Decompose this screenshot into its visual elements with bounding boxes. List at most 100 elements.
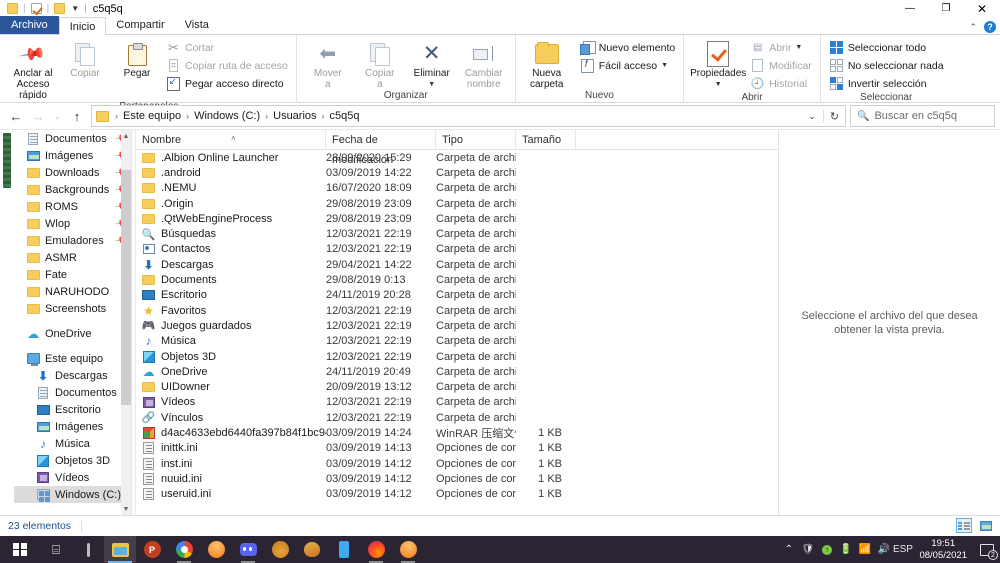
table-row[interactable]: UIDowner 20/09/2019 13:12 Carpeta de arc… [136, 379, 778, 394]
chevron-down-icon[interactable]: ▼ [661, 62, 668, 69]
breadcrumb-sep-2[interactable]: › [262, 111, 271, 121]
copy-path-button[interactable]: ⌗ Copiar ruta de acceso [163, 57, 291, 74]
sidebar-item-roms[interactable]: ROMS 📌 [14, 198, 131, 215]
sidebar-item-videos[interactable]: Vídeos [14, 469, 131, 486]
table-row[interactable]: Contactos 12/03/2021 22:19 Carpeta de ar… [136, 242, 778, 257]
sidebar-item-escritorio[interactable]: Escritorio [14, 401, 131, 418]
taskbar-item-orange-app[interactable] [200, 536, 232, 563]
help-icon[interactable]: ? [984, 21, 996, 33]
sidebar-item-imagenes[interactable]: Imágenes 📌 [14, 147, 131, 164]
sidebar-item-backgrounds[interactable]: Backgrounds 📌 [14, 181, 131, 198]
start-button[interactable] [0, 536, 40, 563]
taskbar-item-chicken-app[interactable] [296, 536, 328, 563]
column-header-tipo[interactable]: Tipo [436, 129, 516, 150]
easy-access-button[interactable]: Fácil acceso ▼ [577, 57, 678, 74]
breadcrumb-item-este-equipo[interactable]: Este equipo [121, 110, 183, 122]
notification-center-button[interactable]: 2 [974, 536, 1000, 563]
rename-button[interactable]: Cambiar nombre [458, 37, 510, 90]
table-row[interactable]: .Albion Online Launcher 28/09/2020 15:29… [136, 150, 778, 165]
breadcrumb-dropdown-button[interactable]: ⌄ [801, 111, 823, 122]
table-row[interactable]: inst.ini 03/09/2019 14:12 Opciones de co… [136, 456, 778, 471]
chevron-down-icon[interactable]: ▼ [428, 79, 435, 90]
taskbar-item-discord[interactable] [232, 536, 264, 563]
properties-button[interactable]: Propiedades ▼ [689, 37, 747, 90]
large-icons-view-button[interactable] [978, 518, 994, 533]
table-row[interactable]: .NEMU 16/07/2020 18:09 Carpeta de archiv… [136, 181, 778, 196]
chevron-down-icon[interactable]: ▼ [715, 79, 722, 90]
select-none-button[interactable]: No seleccionar nada [826, 57, 947, 74]
table-row[interactable]: 🔗 Vínculos 12/03/2021 22:19 Carpeta de a… [136, 410, 778, 425]
table-row[interactable]: useruid.ini 03/09/2019 14:12 Opciones de… [136, 487, 778, 502]
new-folder-button[interactable]: Nueva carpeta [521, 37, 573, 90]
sidebar-item-documentos-pc[interactable]: Documentos [14, 384, 131, 401]
sidebar-item-wlop[interactable]: Wlop 📌 [14, 215, 131, 232]
security-icon[interactable]: 🛡 [798, 536, 817, 563]
language-indicator[interactable]: ESP [893, 536, 913, 563]
table-row[interactable]: .android 03/09/2019 14:22 Carpeta de arc… [136, 165, 778, 180]
taskbar-item-chrome[interactable] [168, 536, 200, 563]
navpane-scroll-thumb[interactable] [121, 170, 131, 405]
minimize-button[interactable]: — [892, 0, 928, 17]
history-button[interactable]: 🕘 Historial [747, 75, 815, 92]
tab-vista[interactable]: Vista [175, 16, 219, 34]
wifi-icon[interactable]: 📶 [855, 536, 874, 563]
new-item-button[interactable]: Nuevo elemento [577, 39, 678, 56]
tab-inicio[interactable]: Inicio [58, 17, 107, 35]
volume-icon[interactable]: 🔊 [874, 536, 893, 563]
close-button[interactable]: ✕ [964, 0, 1000, 17]
table-row[interactable]: ☁ OneDrive 24/11/2019 20:49 Carpeta de a… [136, 364, 778, 379]
sidebar-item-imagenes-pc[interactable]: Imágenes [14, 418, 131, 435]
move-to-button[interactable]: ⬅ Mover a [302, 37, 354, 91]
column-header-tamano[interactable]: Tamaño [516, 129, 576, 150]
taskbar-item-file-explorer[interactable] [104, 536, 136, 563]
breadcrumb-item-c5q5q[interactable]: c5q5q [328, 110, 362, 122]
breadcrumb-sep-1[interactable]: › [183, 111, 192, 121]
taskbar-item-firefox[interactable] [360, 536, 392, 563]
taskbar-item-phone-link[interactable] [328, 536, 360, 563]
table-row[interactable]: 🎮 Juegos guardados 12/03/2021 22:19 Carp… [136, 318, 778, 333]
refresh-button[interactable]: ↻ [823, 109, 845, 123]
open-button[interactable]: ▤ Abrir ▼ [747, 39, 815, 56]
sidebar-item-windows-c[interactable]: Windows (C:) [14, 486, 131, 503]
battery-icon[interactable]: 🔋 [836, 536, 855, 563]
cut-button[interactable]: ✂ Cortar [163, 39, 291, 56]
copy-button[interactable]: Copiar [59, 37, 111, 79]
sidebar-item-emuladores[interactable]: Emuladores 📌 [14, 232, 131, 249]
table-row[interactable]: Escritorio 24/11/2019 20:28 Carpeta de a… [136, 288, 778, 303]
table-row[interactable]: Vídeos 12/03/2021 22:19 Carpeta de archi… [136, 395, 778, 410]
table-row[interactable]: inittk.ini 03/09/2019 14:13 Opciones de … [136, 441, 778, 456]
copy-to-button[interactable]: Copiar a [354, 37, 406, 90]
new-folder-icon[interactable] [54, 3, 66, 14]
scroll-thumb[interactable] [3, 133, 11, 188]
sidebar-item-descargas[interactable]: ⬇ Descargas [14, 367, 131, 384]
breadcrumb-sep-3[interactable]: › [319, 111, 328, 121]
paste-shortcut-button[interactable]: Pegar acceso directo [163, 75, 291, 92]
column-header-nombre[interactable]: Nombre ˄ [136, 129, 326, 150]
pin-to-quick-access-button[interactable]: 📌 Anclar al Acceso rápido [7, 37, 59, 101]
select-all-button[interactable]: Seleccionar todo [826, 39, 947, 56]
chevron-down-icon[interactable]: ▼ [71, 4, 79, 13]
sidebar-item-downloads[interactable]: Downloads 📌 [14, 164, 131, 181]
sidebar-item-onedrive[interactable]: ☁ OneDrive [14, 325, 131, 342]
table-row[interactable]: .Origin 29/08/2019 23:09 Carpeta de arch… [136, 196, 778, 211]
column-header-fecha[interactable]: Fecha de modificación [326, 129, 436, 166]
navpane-scrollbar[interactable]: ▲ ▼ [121, 130, 131, 515]
table-row[interactable]: ★ Favoritos 12/03/2021 22:19 Carpeta de … [136, 303, 778, 318]
taskbar-item-bear-app[interactable] [264, 536, 296, 563]
update-icon[interactable]: ↑ [817, 536, 836, 563]
task-view-button[interactable]: ⌸ [40, 536, 72, 563]
taskbar-item-powerpoint[interactable]: P [136, 536, 168, 563]
breadcrumb-item-windows-c[interactable]: Windows (C:) [192, 110, 262, 122]
delete-button[interactable]: ✕ Eliminar ▼ [406, 37, 458, 90]
cortana-button[interactable] [72, 536, 104, 563]
scroll-up-arrow[interactable]: ▲ [121, 130, 131, 142]
chevron-up-icon[interactable]: ⌃ [969, 22, 977, 33]
table-row[interactable]: Objetos 3D 12/03/2021 22:19 Carpeta de a… [136, 349, 778, 364]
scroll-down-arrow[interactable]: ▼ [121, 503, 131, 515]
sidebar-item-fate[interactable]: Fate [14, 266, 131, 283]
table-row[interactable]: nuuid.ini 03/09/2019 14:12 Opciones de c… [136, 471, 778, 486]
modify-button[interactable]: Modificar [747, 57, 815, 74]
clock[interactable]: 19:51 08/05/2021 [912, 538, 974, 562]
search-input[interactable]: 🔍 Buscar en c5q5q [850, 105, 995, 127]
tab-compartir[interactable]: Compartir [106, 16, 174, 34]
